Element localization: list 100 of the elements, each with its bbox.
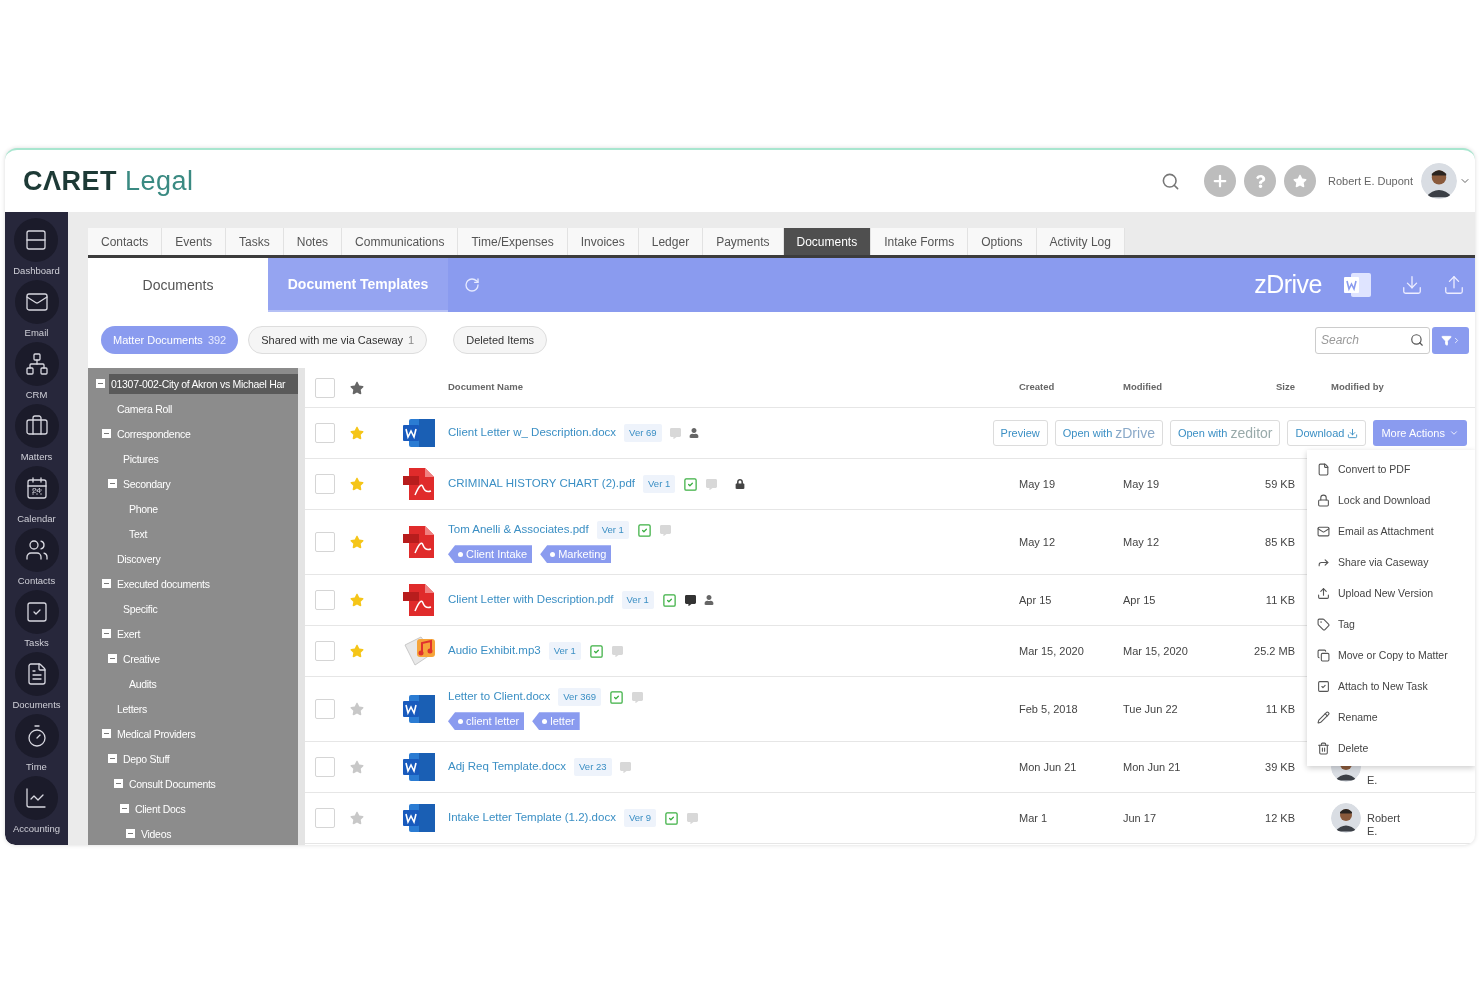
- nav-label[interactable]: Accounting: [13, 822, 60, 837]
- comment-icon[interactable]: [684, 594, 696, 606]
- row-checkbox[interactable]: [315, 423, 335, 443]
- tree-item[interactable]: Discovery: [115, 548, 163, 569]
- row-checkbox[interactable]: [315, 808, 335, 828]
- tree-item[interactable]: Letters: [115, 698, 149, 719]
- star-icon[interactable]: [350, 426, 364, 440]
- document-link[interactable]: Adj Req Template.docx: [448, 758, 567, 776]
- row-checkbox[interactable]: [315, 641, 335, 661]
- tab[interactable]: Events: [162, 228, 227, 255]
- star-icon[interactable]: [350, 811, 364, 825]
- action-button[interactable]: Download: [1287, 420, 1367, 446]
- nav-icon-button[interactable]: 24: [14, 466, 59, 510]
- menu-item[interactable]: Tag: [1307, 609, 1475, 640]
- nav-icon-button[interactable]: [14, 280, 59, 324]
- nav-label[interactable]: Tasks: [24, 636, 49, 651]
- tab[interactable]: Notes: [283, 228, 343, 255]
- column-header[interactable]: Document Name: [448, 380, 1019, 395]
- menu-item[interactable]: Attach to New Task: [1307, 671, 1475, 702]
- collapse-icon[interactable]: [96, 379, 105, 388]
- add-button[interactable]: [1204, 165, 1236, 197]
- filter-pill[interactable]: Deleted Items: [453, 326, 548, 354]
- collapse-icon[interactable]: [102, 579, 111, 588]
- search-field[interactable]: Search: [1315, 326, 1430, 354]
- tree-item[interactable]: Medical Providers: [115, 723, 198, 744]
- star-icon[interactable]: [350, 380, 364, 395]
- tab[interactable]: Intake Forms: [871, 228, 969, 255]
- tab[interactable]: Payments: [703, 228, 784, 255]
- row-checkbox[interactable]: [315, 699, 335, 719]
- nav-icon-button[interactable]: [14, 714, 59, 758]
- row-checkbox[interactable]: [315, 590, 335, 610]
- document-link[interactable]: Letter to Client.docx: [448, 688, 551, 706]
- tree-item[interactable]: Exert: [115, 623, 142, 644]
- tab[interactable]: Invoices: [567, 228, 639, 255]
- refresh-icon[interactable]: [464, 277, 480, 293]
- tree-item[interactable]: Phone: [127, 498, 160, 519]
- column-header[interactable]: Size: [1243, 380, 1295, 395]
- help-button[interactable]: [1244, 165, 1276, 197]
- collapse-icon[interactable]: [108, 754, 117, 763]
- collapse-icon[interactable]: [108, 654, 117, 663]
- document-link[interactable]: Intake Letter Template (1.2).docx: [448, 809, 616, 827]
- star-icon[interactable]: [350, 477, 364, 491]
- tree-item[interactable]: Creative: [121, 648, 162, 669]
- select-all-checkbox[interactable]: [315, 377, 335, 398]
- tab[interactable]: Documents: [88, 258, 268, 312]
- nav-label[interactable]: Dashboard: [13, 264, 60, 279]
- nav-label[interactable]: CRM: [25, 388, 48, 403]
- row-checkbox[interactable]: [315, 532, 335, 552]
- collapse-icon[interactable]: [108, 479, 117, 488]
- star-icon[interactable]: [350, 593, 364, 607]
- filter-pill[interactable]: Shared with me via Caseway 1: [248, 326, 428, 354]
- tab[interactable]: Options: [968, 228, 1037, 255]
- tab[interactable]: Contacts: [88, 228, 163, 255]
- tree-item[interactable]: Client Docs: [133, 798, 188, 819]
- row-checkbox[interactable]: [315, 757, 335, 777]
- tab[interactable]: Activity Log: [1036, 228, 1125, 255]
- collapse-icon[interactable]: [120, 804, 129, 813]
- column-header[interactable]: Modified by: [1295, 380, 1475, 395]
- row-checkbox[interactable]: [315, 474, 335, 494]
- menu-item[interactable]: Rename: [1307, 702, 1475, 733]
- star-icon[interactable]: [350, 644, 364, 658]
- tree-item[interactable]: Camera Roll: [115, 398, 175, 419]
- nav-icon-button[interactable]: [14, 342, 59, 386]
- collapse-icon[interactable]: [102, 629, 111, 638]
- menu-item[interactable]: Convert to PDF: [1307, 454, 1475, 485]
- document-link[interactable]: Tom Anelli & Associates.pdf: [448, 521, 589, 539]
- menu-item[interactable]: Lock and Download: [1307, 485, 1475, 516]
- document-link[interactable]: Audio Exhibit.mp3: [448, 642, 541, 660]
- column-header[interactable]: Created: [1019, 380, 1123, 395]
- tab[interactable]: Ledger: [638, 228, 704, 255]
- nav-icon-button[interactable]: [14, 404, 59, 448]
- tree-item[interactable]: Correspondence: [115, 423, 193, 444]
- search-icon[interactable]: [1161, 171, 1180, 191]
- upload-icon[interactable]: [1443, 274, 1465, 296]
- tree-item[interactable]: Depo Stuff: [121, 748, 172, 769]
- tab[interactable]: Time/Expenses: [458, 228, 568, 255]
- star-icon[interactable]: [350, 760, 364, 774]
- nav-icon-button[interactable]: [14, 528, 59, 572]
- nav-label[interactable]: Documents: [12, 698, 61, 713]
- favorites-button[interactable]: [1284, 165, 1316, 197]
- tree-item[interactable]: Executed documents: [115, 573, 212, 594]
- action-button[interactable]: Open with zeditor: [1169, 420, 1281, 446]
- action-button[interactable]: Open with zDrive: [1054, 420, 1163, 446]
- nav-icon-button[interactable]: [14, 652, 59, 696]
- column-header[interactable]: Modified: [1123, 380, 1243, 395]
- menu-item[interactable]: Email as Attachment: [1307, 516, 1475, 547]
- nav-label[interactable]: Matters: [20, 450, 53, 465]
- word-icon[interactable]: [1344, 273, 1371, 297]
- document-link[interactable]: Client Letter w_ Description.docx: [448, 424, 617, 442]
- nav-icon-button[interactable]: [14, 218, 59, 262]
- nav-icon-button[interactable]: [14, 776, 59, 820]
- nav-icon-button[interactable]: [14, 590, 59, 634]
- nav-label[interactable]: Contacts: [17, 574, 56, 589]
- menu-item[interactable]: Share via Caseway: [1307, 547, 1475, 578]
- star-icon[interactable]: [350, 702, 364, 716]
- filter-button[interactable]: [1432, 326, 1469, 354]
- menu-item[interactable]: Upload New Version: [1307, 578, 1475, 609]
- collapse-icon[interactable]: [126, 829, 135, 838]
- tree-item[interactable]: 01307-002-City of Akron vs Michael Har: [109, 373, 298, 394]
- document-link[interactable]: Client Letter with Description.pdf: [448, 591, 614, 609]
